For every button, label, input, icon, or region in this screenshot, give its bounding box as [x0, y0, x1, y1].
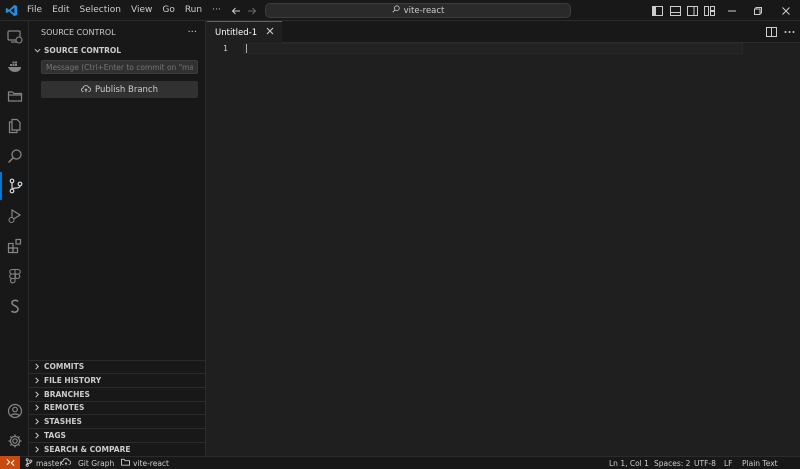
indentation-status[interactable]: Spaces: 2	[654, 457, 690, 469]
commit-message-input[interactable]	[41, 60, 198, 74]
menu-run[interactable]: Run	[180, 0, 207, 21]
encoding-label: UTF-8	[694, 458, 716, 468]
source-control-icon[interactable]	[0, 172, 29, 200]
chevron-right-icon	[32, 432, 42, 439]
sidebar-more-button[interactable]: ···	[187, 27, 197, 38]
publish-branch-label: Publish Branch	[95, 84, 158, 95]
panel-commits[interactable]: COMMITS	[29, 359, 206, 374]
chevron-right-icon	[32, 418, 42, 425]
close-tab-icon[interactable]	[266, 27, 274, 38]
remote-indicator-button[interactable]	[0, 456, 20, 469]
toggle-secondary-sidebar-icon[interactable]	[683, 0, 701, 21]
menu-view[interactable]: View	[126, 0, 157, 21]
sync-status[interactable]	[61, 457, 72, 469]
project-manager-icon[interactable]	[0, 82, 29, 110]
sidebar-title: SOURCE CONTROL	[41, 27, 116, 37]
panel-label: COMMITS	[44, 362, 85, 372]
close-window-icon[interactable]	[772, 0, 800, 21]
remote-explorer-icon[interactable]	[0, 23, 29, 51]
menu-selection[interactable]: Selection	[75, 0, 126, 21]
publish-branch-button[interactable]: Publish Branch	[41, 81, 198, 98]
git-graph-label: Git Graph	[78, 458, 115, 468]
status-bar: master Git Graph vite-react Ln 1, Col 1 …	[0, 456, 800, 469]
editor-tab-bar: Untitled-1	[207, 21, 800, 43]
folder-name: vite-react	[133, 458, 169, 468]
title-bar: File Edit Selection View Go Run ··· vite…	[0, 0, 800, 21]
cursor-position-label: Ln 1, Col 1	[609, 458, 649, 468]
search-icon	[392, 5, 400, 16]
more-actions-icon[interactable]	[780, 21, 798, 43]
chevron-down-icon	[32, 47, 42, 54]
editor-area[interactable]: 1	[207, 43, 800, 456]
panel-label: TAGS	[44, 430, 66, 440]
panel-remotes[interactable]: REMOTES	[29, 400, 206, 415]
search-view-icon[interactable]	[0, 142, 29, 170]
vscode-logo-icon	[0, 0, 22, 21]
chevron-right-icon	[32, 446, 42, 453]
cloud-sync-icon	[61, 458, 72, 468]
panel-label: FILE HISTORY	[44, 376, 102, 386]
panel-search-compare[interactable]: SEARCH & COMPARE	[29, 441, 206, 456]
branch-name: master	[36, 458, 63, 468]
chevron-right-icon	[32, 363, 42, 370]
sidebar-header: SOURCE CONTROL ···	[29, 21, 205, 43]
toggle-primary-sidebar-icon[interactable]	[648, 0, 666, 21]
language-label: Plain Text	[742, 458, 778, 468]
chevron-right-icon	[32, 404, 42, 411]
accounts-icon[interactable]	[0, 397, 29, 425]
panel-label: BRANCHES	[44, 389, 90, 399]
cloud-upload-icon	[81, 84, 92, 96]
current-line-highlight	[243, 43, 743, 54]
tab-untitled-1[interactable]: Untitled-1	[207, 21, 282, 43]
run-and-debug-icon[interactable]	[0, 202, 29, 230]
menu-more[interactable]: ···	[207, 0, 226, 21]
split-editor-icon[interactable]	[762, 21, 780, 43]
branch-status[interactable]: master	[25, 457, 62, 469]
panel-label: REMOTES	[44, 403, 85, 413]
panel-stashes[interactable]: STASHES	[29, 414, 206, 428]
eol-status[interactable]: LF	[724, 457, 733, 469]
minimize-icon[interactable]	[718, 0, 746, 21]
menu-go[interactable]: Go	[157, 0, 179, 21]
docker-icon[interactable]	[0, 53, 29, 81]
customize-layout-icon[interactable]	[700, 0, 718, 21]
explorer-icon[interactable]	[0, 112, 29, 140]
panel-label: SEARCH & COMPARE	[44, 444, 131, 454]
folder-icon	[121, 458, 130, 468]
command-center-search[interactable]: vite-react	[265, 3, 571, 18]
back-arrow-icon[interactable]	[228, 0, 244, 21]
panel-branches[interactable]: BRANCHES	[29, 386, 206, 401]
encoding-status[interactable]: UTF-8	[694, 457, 716, 469]
panel-file-history[interactable]: FILE HISTORY	[29, 373, 206, 387]
text-cursor	[246, 44, 247, 53]
cursor-position-status[interactable]: Ln 1, Col 1	[609, 457, 649, 469]
forward-arrow-icon[interactable]	[244, 0, 260, 21]
chevron-right-icon	[32, 377, 42, 384]
workspace-folder-status[interactable]: vite-react	[121, 457, 169, 469]
source-control-section-header[interactable]: SOURCE CONTROL	[29, 43, 205, 58]
language-mode-status[interactable]: Plain Text	[742, 457, 778, 469]
extensions-icon[interactable]	[0, 232, 29, 260]
source-control-sidebar: SOURCE CONTROL ··· SOURCE CONTROL Publis…	[29, 21, 206, 456]
chevron-right-icon	[32, 391, 42, 398]
eol-label: LF	[724, 458, 733, 468]
indentation-label: Spaces: 2	[654, 458, 691, 468]
figma-icon[interactable]	[0, 262, 29, 290]
tab-label: Untitled-1	[215, 27, 258, 38]
search-text: vite-react	[403, 5, 445, 16]
section-title: SOURCE CONTROL	[44, 46, 122, 55]
menu-edit[interactable]: Edit	[47, 0, 74, 21]
settings-gear-icon[interactable]	[0, 427, 29, 455]
git-branch-icon	[25, 457, 33, 469]
activity-bar	[0, 21, 29, 456]
restore-icon[interactable]	[744, 0, 772, 21]
line-number: 1	[223, 44, 228, 53]
menu-file[interactable]: File	[22, 0, 47, 21]
git-graph-status[interactable]: Git Graph	[78, 457, 114, 469]
toggle-panel-icon[interactable]	[666, 0, 684, 21]
panel-tags[interactable]: TAGS	[29, 428, 206, 442]
stylus-s-icon[interactable]	[0, 292, 29, 320]
panel-label: STASHES	[44, 417, 82, 427]
